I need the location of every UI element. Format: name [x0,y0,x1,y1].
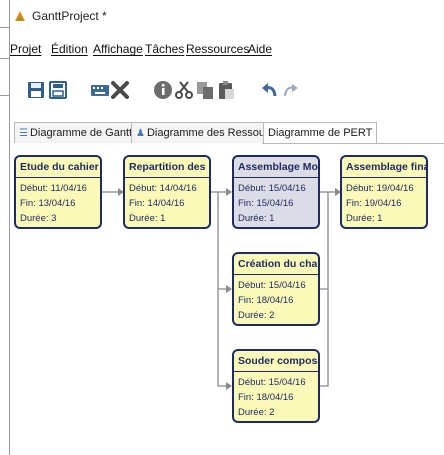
node-title: Repartition des r... [125,157,209,178]
node-duration: Durée: 1 [346,213,383,224]
node-duration: Durée: 1 [238,213,275,224]
node-title: Création du chas... [234,254,318,275]
pert-node-assemblage-final[interactable]: Assemblage final Début: 19/04/16 Fin: 19… [340,155,428,229]
node-start: Début: 19/04/16 [346,183,414,194]
node-start: Début: 14/04/16 [129,183,197,194]
pert-node-souder-composants[interactable]: Souder composa... Début: 15/04/16 Fin: 1… [232,349,320,423]
node-title: Assemblage Mot... [234,157,318,178]
node-title: Souder composa... [234,351,318,372]
node-end: Fin: 13/04/16 [20,198,76,209]
node-start: Début: 15/04/16 [238,280,306,291]
pert-node-etude[interactable]: Etude du cahier d... Début: 11/04/16 Fin… [14,155,102,229]
node-duration: Durée: 1 [129,213,166,224]
node-end: Fin: 19/04/16 [346,198,402,209]
node-start: Début: 15/04/16 [238,183,306,194]
node-end: Fin: 18/04/16 [238,295,294,306]
pert-node-creation-chassis[interactable]: Création du chas... Début: 15/04/16 Fin:… [232,252,320,326]
arrow-chassis-final [320,192,329,290]
node-duration: Durée: 2 [238,407,275,418]
node-end: Fin: 14/04/16 [129,198,185,209]
node-start: Début: 15/04/16 [238,377,306,388]
node-start: Début: 11/04/16 [20,183,87,194]
pert-node-assemblage-moteur[interactable]: Assemblage Mot... Début: 15/04/16 Fin: 1… [232,155,320,229]
node-title: Etude du cahier d... [16,157,100,178]
arrow-souder-final [320,289,329,387]
node-duration: Durée: 3 [20,213,57,224]
node-end: Fin: 15/04/16 [238,198,294,209]
pert-node-repartition[interactable]: Repartition des r... Début: 14/04/16 Fin… [123,155,211,229]
node-end: Fin: 18/04/16 [238,392,294,403]
node-title: Assemblage final [342,157,426,178]
node-duration: Durée: 2 [238,310,275,321]
